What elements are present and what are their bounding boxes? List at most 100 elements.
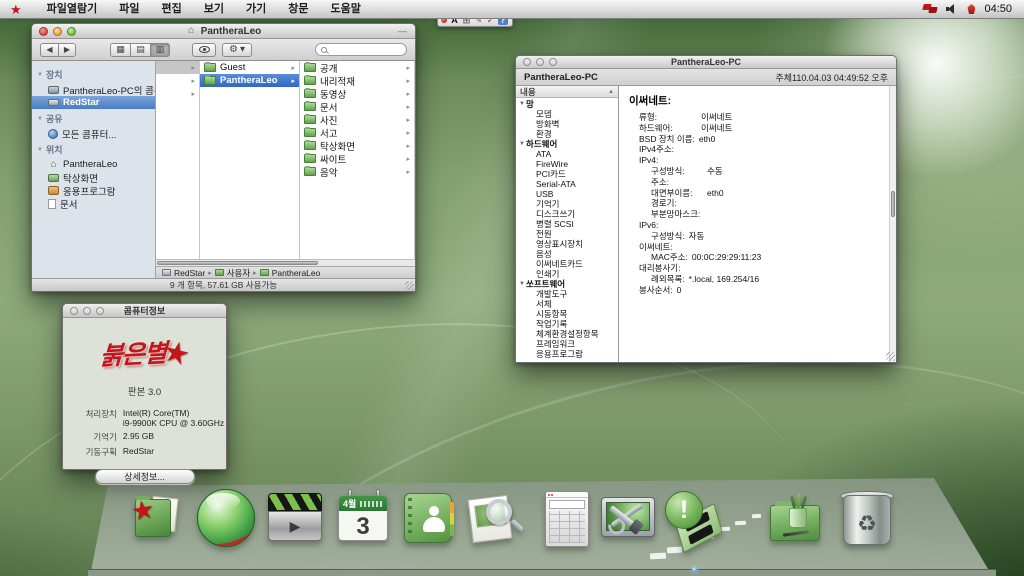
dock-item-problem-report[interactable]: ! (665, 489, 723, 547)
folder-row[interactable]: 탁상화면▸ (300, 139, 414, 152)
window-shade-icon[interactable]: — (398, 26, 407, 36)
zoom-button[interactable] (96, 307, 104, 315)
list-view-button[interactable]: ▤ (130, 43, 150, 57)
sidebar-item[interactable]: 응용프로그람 (32, 184, 155, 197)
minimize-button[interactable] (536, 58, 544, 66)
redstar-menu-icon[interactable]: ★ (10, 0, 22, 19)
menu-item-3[interactable]: 편집 (151, 0, 193, 19)
user-row[interactable]: PantheraLeo▸ (200, 74, 299, 87)
menu-item-2[interactable]: 파일 (108, 0, 150, 19)
sidebar-item[interactable]: PantheraLeo-PC의 콤퓨터 (32, 83, 155, 96)
sidebar-item[interactable]: 문서 (32, 197, 155, 210)
forward-button[interactable]: ▶ (58, 43, 76, 57)
root-row[interactable]: ▸ (156, 87, 199, 100)
tree-item[interactable]: 영상표시장치 (516, 239, 618, 249)
disclosure-triangle[interactable]: ▼ (37, 72, 43, 78)
back-button[interactable]: ◀ (40, 43, 58, 57)
folder-row[interactable]: 사진▸ (300, 113, 414, 126)
menu-item-4[interactable]: 보기 (193, 0, 235, 19)
dock-item-web-browser[interactable] (197, 489, 255, 547)
action-menu-button[interactable]: ⚙ ▾ (222, 43, 252, 57)
close-button[interactable] (523, 58, 531, 66)
minimize-button[interactable] (83, 307, 91, 315)
column-view-button[interactable]: ▥ (150, 43, 170, 57)
tree-group[interactable]: ▼하드웨어 (516, 139, 618, 149)
tree-item[interactable]: 개발도구 (516, 289, 618, 299)
volume-icon[interactable] (946, 4, 958, 14)
tree-item[interactable]: 병렬 SCSI (516, 219, 618, 229)
search-input[interactable] (330, 45, 401, 55)
disk-icon (48, 99, 59, 106)
disclosure-triangle[interactable]: ▼ (519, 101, 526, 107)
zoom-button[interactable] (67, 27, 76, 36)
resize-grip[interactable] (405, 281, 414, 290)
menu-item-6[interactable]: 창문 (277, 0, 319, 19)
horizontal-scrollbar[interactable] (156, 259, 415, 266)
dock-item-calculator[interactable] (538, 489, 596, 547)
close-button[interactable] (39, 27, 48, 36)
chevron-right-icon: ▸ (406, 116, 410, 124)
sidebar-item[interactable]: 탁상화면 (32, 171, 155, 184)
tree-item[interactable]: ATA (516, 149, 618, 159)
about-titlebar[interactable]: 콤퓨터정보 (63, 304, 226, 318)
sidebar-item[interactable]: ⌂PantheraLeo (32, 158, 155, 171)
tree-item[interactable]: 방화벽 (516, 119, 618, 129)
dock-item-stationery[interactable] (766, 489, 824, 547)
kp-flags-icon[interactable] (923, 4, 937, 14)
tree-header[interactable]: 내용 ▲ (516, 86, 618, 98)
menu-clock[interactable]: 04:50 (984, 3, 1012, 15)
folder-icon (304, 154, 316, 163)
close-button[interactable] (70, 307, 78, 315)
dock-item-preview[interactable] (464, 489, 522, 547)
zoom-button[interactable] (549, 58, 557, 66)
disclosure-triangle[interactable]: ▼ (519, 141, 526, 147)
menu-item-1[interactable]: 파일열람기 (36, 0, 109, 19)
sidebar-item[interactable]: RedStar (32, 96, 155, 109)
fm-titlebar[interactable]: ⌂ PantheraLeo — (32, 24, 415, 39)
menu-item-5[interactable]: 가기 (235, 0, 277, 19)
tree-group[interactable]: ▼망 (516, 99, 618, 109)
tree-item[interactable]: 모뎀 (516, 109, 618, 119)
folder-row[interactable]: 동영상▸ (300, 87, 414, 100)
disclosure-triangle[interactable]: ▼ (519, 281, 526, 287)
disclosure-triangle[interactable]: ▼ (37, 147, 43, 153)
dock-item-file-manager[interactable]: ★ (129, 489, 187, 547)
folder-row[interactable]: 공개▸ (300, 61, 414, 74)
scrollbar-thumb[interactable] (157, 261, 318, 265)
icon-view-button[interactable]: ▦ (110, 43, 130, 57)
resize-grip[interactable] (886, 352, 895, 361)
updater-icon[interactable] (967, 4, 975, 14)
disclosure-triangle[interactable]: ▼ (37, 116, 43, 122)
dock-item-calendar[interactable]: 4월 3 (336, 489, 394, 547)
path-segment[interactable]: 사용자 (227, 267, 250, 279)
dock-item-trash[interactable]: ♻ (838, 489, 896, 547)
tree-item[interactable]: USB (516, 189, 618, 199)
path-segment[interactable]: RedStar (174, 268, 205, 278)
path-segment[interactable]: PantheraLeo (272, 268, 321, 278)
tree-item[interactable]: 이써네트카드 (516, 259, 618, 269)
tree-item[interactable]: Serial-ATA (516, 179, 618, 189)
user-row[interactable]: Guest▸ (200, 61, 299, 74)
menu-item-7[interactable]: 도움말 (320, 0, 372, 19)
quick-look-button[interactable] (192, 43, 216, 57)
profiler-titlebar[interactable]: PantheraLeo-PC (516, 56, 896, 69)
tree-item[interactable]: 응용프로그람 (516, 349, 618, 359)
tree-item[interactable]: FireWire (516, 159, 618, 169)
minimize-button[interactable] (53, 27, 62, 36)
root-row[interactable]: ▸ (156, 61, 199, 74)
tree-item[interactable]: PCI카드 (516, 169, 618, 179)
vertical-scrollbar[interactable] (889, 86, 896, 362)
more-info-button[interactable]: 상세정보... (95, 469, 195, 484)
folder-row[interactable]: 음악▸ (300, 165, 414, 178)
dock-item-system-tools[interactable] (599, 489, 657, 547)
root-row[interactable]: ▸ (156, 74, 199, 87)
sidebar-item[interactable]: 모든 콤퓨터... (32, 127, 155, 140)
dock-item-address-book[interactable] (400, 489, 458, 547)
search-field[interactable] (315, 43, 407, 56)
folder-row[interactable]: 싸이트▸ (300, 152, 414, 165)
folder-row[interactable]: 서고▸ (300, 126, 414, 139)
scrollbar-thumb[interactable] (891, 191, 895, 217)
folder-row[interactable]: 내리적재▸ (300, 74, 414, 87)
folder-row[interactable]: 문서▸ (300, 100, 414, 113)
dock-item-media-player[interactable]: ▶ (266, 489, 324, 547)
